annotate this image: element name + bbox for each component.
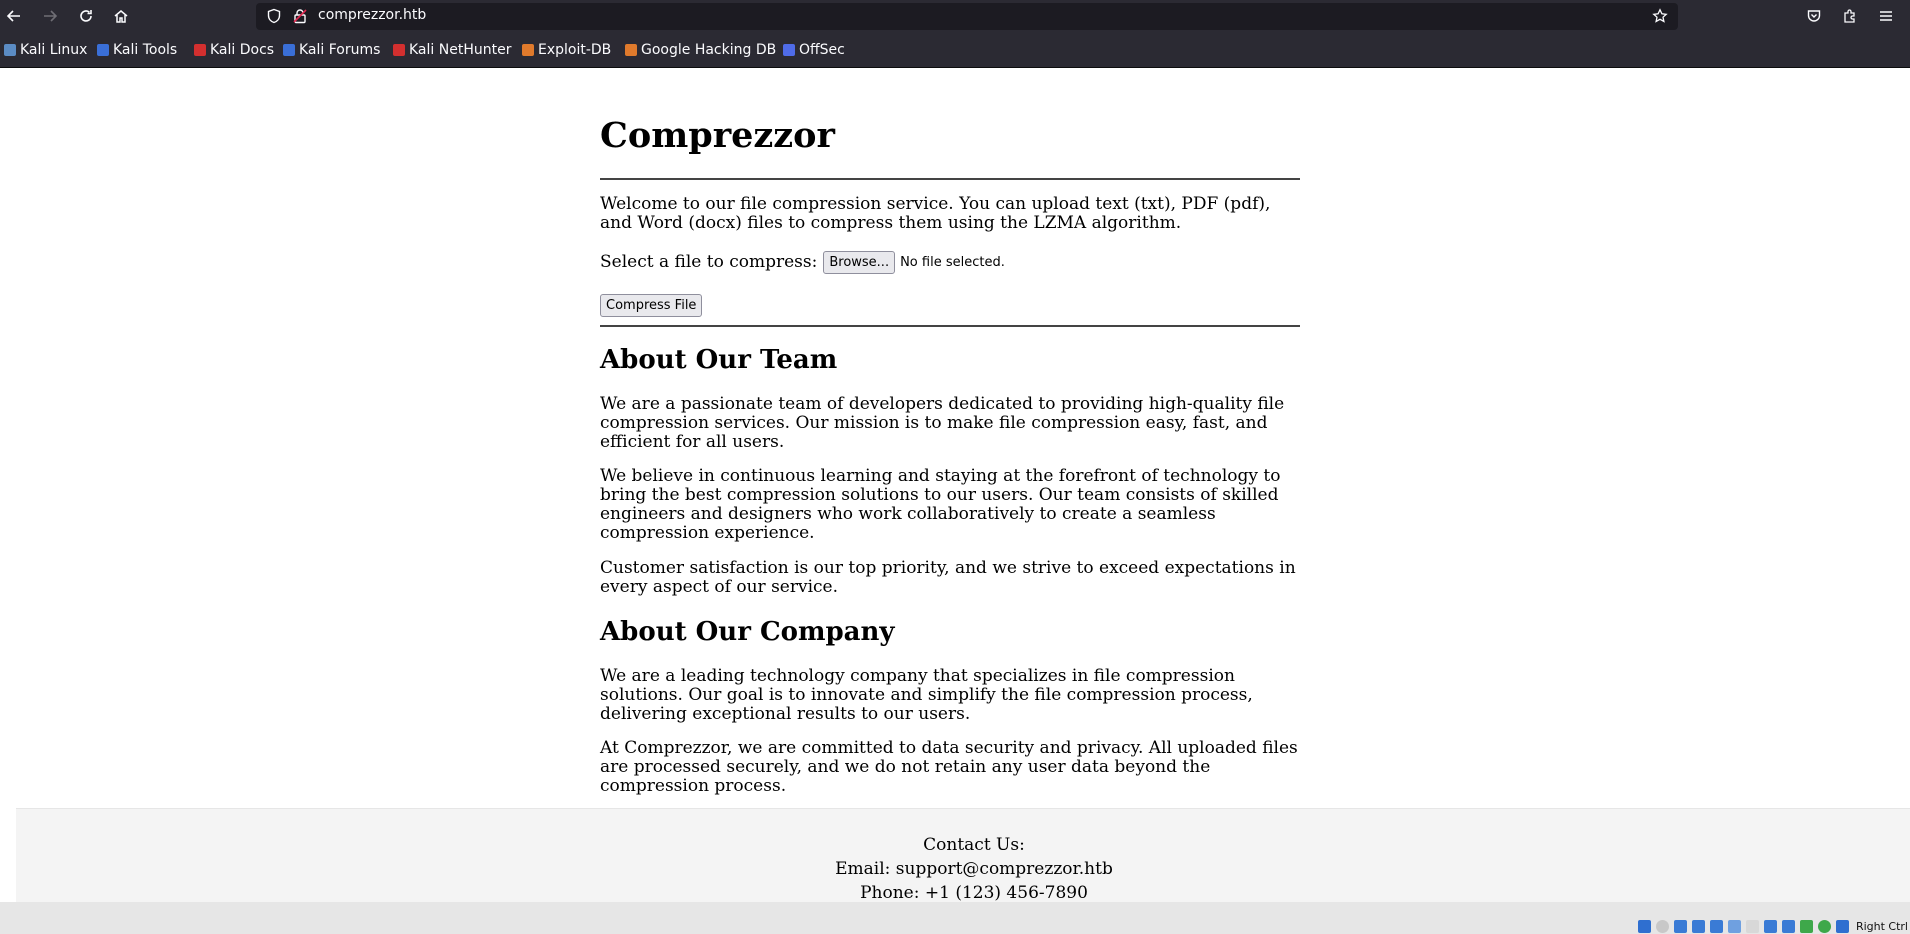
- host-key-label: Right Ctrl: [1855, 919, 1908, 933]
- contact-heading: Contact Us:: [923, 835, 1025, 855]
- guest-additions-icon[interactable]: [1817, 919, 1831, 933]
- intro-paragraph: Welcome to our file compression service.…: [600, 194, 1271, 233]
- cpu-activity-icon[interactable]: [1799, 919, 1813, 933]
- browser-toolbar: comprezzor.htb: [0, 0, 1910, 32]
- kali-docs-icon: [194, 44, 206, 56]
- bookmarks-toolbar: Kali Linux Kali Tools Kali Docs Kali For…: [0, 32, 1910, 68]
- pocket-button[interactable]: [1802, 4, 1826, 28]
- company-heading: About Our Company: [600, 617, 895, 647]
- bookmark-label: Kali Docs: [210, 42, 275, 58]
- team-paragraph: We are a passionate team of developers d…: [600, 394, 1285, 452]
- bookmark-label: Kali Tools: [113, 42, 178, 58]
- bookmark-label: Kali NetHunter: [409, 42, 512, 58]
- vm-status-bar: Right Ctrl: [0, 902, 1910, 934]
- forward-arrow-icon: [44, 10, 58, 22]
- bookmark-label: Kali Forums: [299, 42, 381, 58]
- pocket-icon: [1807, 10, 1821, 22]
- audio-icon[interactable]: [1673, 919, 1687, 933]
- optical-drive-icon[interactable]: [1655, 919, 1669, 933]
- bookmark-label: Exploit-DB: [538, 42, 612, 58]
- page-title: Comprezzor: [600, 115, 835, 156]
- bookmark-star-icon[interactable]: [1652, 8, 1668, 24]
- team-paragraph: Customer satisfaction is our top priorit…: [600, 558, 1296, 597]
- bookmark-label: OffSec: [799, 42, 845, 58]
- hamburger-menu-icon: [1880, 11, 1892, 21]
- exploit-db-icon: [522, 44, 534, 56]
- team-paragraph: We believe in continuous learning and st…: [600, 466, 1281, 543]
- company-paragraph: We are a leading technology company that…: [600, 666, 1253, 724]
- back-button[interactable]: [2, 4, 26, 28]
- insecure-lock-icon[interactable]: [292, 8, 308, 24]
- kali-dragon-icon: [4, 44, 16, 56]
- file-selection-status: No file selected.: [900, 254, 1005, 270]
- file-input-label: Select a file to compress:: [600, 252, 818, 272]
- google-hacking-db-icon: [625, 44, 637, 56]
- vm-indicator-tray: Right Ctrl: [1637, 918, 1910, 934]
- home-button[interactable]: [109, 4, 133, 28]
- kali-nethunter-icon: [393, 44, 405, 56]
- divider: [600, 178, 1300, 180]
- puzzle-piece-icon: [1844, 9, 1855, 23]
- contact-phone: Phone: +1 (123) 456-7890: [860, 883, 1088, 903]
- url-text[interactable]: comprezzor.htb: [318, 7, 426, 23]
- shared-folders-icon[interactable]: [1727, 919, 1741, 933]
- bookmark-exploit-db[interactable]: Exploit-DB: [522, 41, 611, 59]
- recording-icon[interactable]: [1781, 919, 1795, 933]
- usb-icon[interactable]: [1709, 919, 1723, 933]
- reload-icon: [80, 10, 92, 22]
- offsec-icon: [783, 44, 795, 56]
- bookmark-kali-docs[interactable]: Kali Docs: [194, 41, 274, 59]
- bookmark-kali-tools[interactable]: Kali Tools: [97, 41, 177, 59]
- kali-forums-icon: [283, 44, 295, 56]
- bookmark-kali-linux[interactable]: Kali Linux: [4, 41, 87, 59]
- display-icon[interactable]: [1745, 919, 1759, 933]
- tracking-protection-shield-icon[interactable]: [266, 8, 282, 24]
- compress-file-button[interactable]: Compress File: [600, 294, 703, 317]
- network-icon[interactable]: [1691, 919, 1705, 933]
- bookmark-google-hacking-db[interactable]: Google Hacking DB: [625, 41, 776, 59]
- kali-tools-icon: [97, 44, 109, 56]
- bookmark-label: Kali Linux: [20, 42, 88, 58]
- team-heading: About Our Team: [600, 345, 838, 375]
- home-icon: [114, 10, 128, 23]
- forward-button[interactable]: [38, 4, 62, 28]
- address-bar[interactable]: comprezzor.htb: [256, 3, 1678, 30]
- reload-button[interactable]: [74, 4, 98, 28]
- divider: [600, 325, 1300, 327]
- company-paragraph: At Comprezzor, we are committed to data …: [600, 738, 1298, 796]
- video-capture-icon[interactable]: [1763, 919, 1777, 933]
- mouse-integration-icon[interactable]: [1835, 919, 1849, 933]
- bookmark-offsec[interactable]: OffSec: [783, 41, 845, 59]
- back-arrow-icon: [6, 10, 20, 22]
- browse-button[interactable]: Browse...: [823, 250, 896, 274]
- bookmark-kali-nethunter[interactable]: Kali NetHunter: [393, 41, 511, 59]
- hard-disk-icon[interactable]: [1637, 919, 1651, 933]
- contact-footer: Contact Us: Email: support@comprezzor.ht…: [16, 808, 1910, 903]
- extensions-button[interactable]: [1838, 4, 1862, 28]
- app-menu-button[interactable]: [1874, 4, 1898, 28]
- bookmark-kali-forums[interactable]: Kali Forums: [283, 41, 380, 59]
- upload-form-row: Select a file to compress: Browse... No …: [600, 250, 1005, 274]
- contact-email: Email: support@comprezzor.htb: [835, 859, 1113, 879]
- bookmark-label: Google Hacking DB: [641, 42, 777, 58]
